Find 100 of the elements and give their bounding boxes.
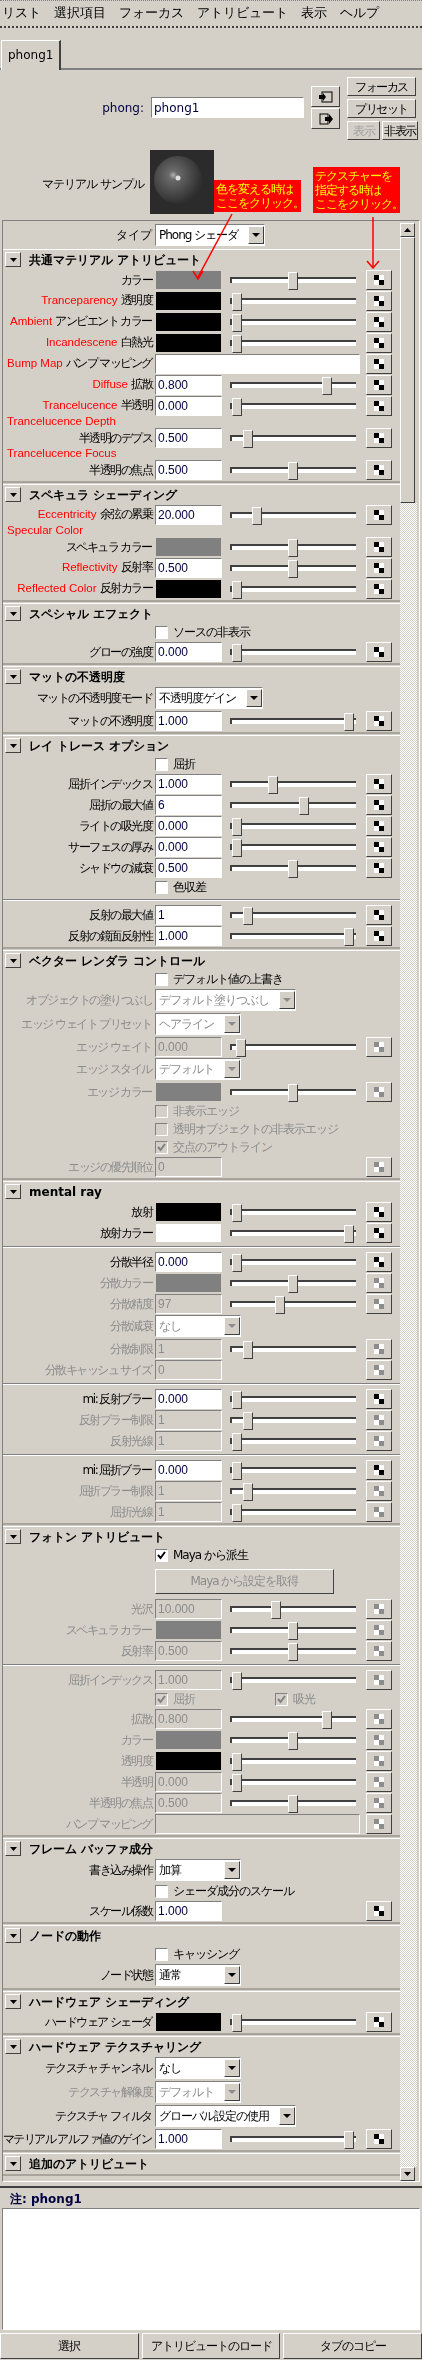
input-field[interactable]: 0.500 <box>155 857 222 878</box>
color-swatch[interactable] <box>155 536 222 557</box>
map-button[interactable] <box>366 374 392 395</box>
color-swatch[interactable] <box>155 332 222 353</box>
input-field[interactable]: 1.000 <box>155 1900 222 1921</box>
map-button[interactable] <box>366 1036 392 1057</box>
input-field[interactable]: 0.000 <box>155 1459 222 1480</box>
scroll-up-button[interactable] <box>400 223 415 237</box>
checkbox[interactable] <box>155 1548 168 1562</box>
collapse-toggle[interactable] <box>5 738 21 753</box>
dropdown[interactable]: なし <box>155 2057 241 2079</box>
map-button[interactable] <box>366 1640 392 1661</box>
map-button[interactable] <box>366 1729 392 1750</box>
notes-field[interactable] <box>2 2208 420 2330</box>
checkbox[interactable] <box>155 625 168 639</box>
scrollbar-thumb[interactable] <box>400 237 415 503</box>
map-button[interactable] <box>366 1501 392 1522</box>
slider-thumb[interactable] <box>288 559 298 578</box>
collapse-toggle[interactable] <box>5 1841 21 1856</box>
map-button[interactable] <box>366 2128 392 2149</box>
color-swatch[interactable] <box>155 269 222 290</box>
menu-item[interactable]: リスト <box>2 4 41 23</box>
color-swatch[interactable] <box>155 1222 222 1243</box>
map-button[interactable] <box>366 925 392 946</box>
dropdown[interactable]: グローバル設定の使用 <box>155 2105 296 2127</box>
slider-thumb[interactable] <box>232 1253 242 1272</box>
input-field[interactable] <box>155 353 360 374</box>
checkbox[interactable] <box>155 972 168 986</box>
output-connection-button[interactable] <box>311 108 340 129</box>
map-button[interactable] <box>366 2011 392 2032</box>
input-connection-button[interactable] <box>311 86 340 107</box>
input-field[interactable]: 0.000 <box>155 815 222 836</box>
slider-thumb[interactable] <box>232 817 242 836</box>
map-button[interactable] <box>366 1459 392 1480</box>
map-button[interactable] <box>366 1750 392 1771</box>
map-button[interactable] <box>366 1338 392 1359</box>
color-swatch[interactable] <box>155 290 222 311</box>
map-button[interactable] <box>366 1598 392 1619</box>
slider-thumb[interactable] <box>232 1203 242 1222</box>
slider-thumb[interactable] <box>267 775 278 794</box>
menu-item[interactable]: フォーカス <box>119 4 184 23</box>
map-button[interactable] <box>366 578 392 599</box>
map-button[interactable] <box>366 459 392 480</box>
map-button[interactable] <box>366 857 392 878</box>
slider-thumb[interactable] <box>243 906 254 925</box>
map-button[interactable] <box>366 1771 392 1792</box>
dropdown[interactable]: Phong シェーダ <box>155 224 266 246</box>
map-button[interactable] <box>366 1388 392 1409</box>
collapse-toggle[interactable] <box>5 252 21 267</box>
slider-thumb[interactable] <box>321 376 332 395</box>
color-swatch[interactable] <box>155 578 222 599</box>
slider-thumb[interactable] <box>232 334 242 353</box>
slider-thumb[interactable] <box>299 796 310 815</box>
slider-thumb[interactable] <box>288 538 298 557</box>
slider-thumb[interactable] <box>288 271 298 290</box>
map-button[interactable] <box>366 641 392 662</box>
map-button[interactable] <box>366 1669 392 1690</box>
slider-thumb[interactable] <box>344 712 354 731</box>
input-field[interactable]: 20.000 <box>155 504 222 525</box>
tab[interactable]: phong1 <box>1 40 62 70</box>
map-button[interactable] <box>366 1900 392 1921</box>
button[interactable]: 選択 <box>0 2333 139 2359</box>
slider-thumb[interactable] <box>232 313 242 332</box>
collapse-toggle[interactable] <box>5 2156 21 2171</box>
map-button[interactable] <box>366 1293 392 1314</box>
collapse-toggle[interactable] <box>5 2039 21 2054</box>
map-button[interactable] <box>366 353 392 374</box>
slider-thumb[interactable] <box>232 1390 242 1409</box>
collapse-toggle[interactable] <box>5 953 21 968</box>
input-field[interactable]: 0.000 <box>155 641 222 662</box>
map-button[interactable] <box>366 1708 392 1729</box>
map-button[interactable] <box>366 1359 392 1380</box>
input-field[interactable]: 1.000 <box>155 2128 222 2149</box>
input-field[interactable]: 0.000 <box>155 836 222 857</box>
map-button[interactable] <box>366 815 392 836</box>
name-field[interactable]: phong1 <box>151 97 304 118</box>
dropdown[interactable]: 通常 <box>155 1964 241 1986</box>
map-button[interactable] <box>366 1813 392 1834</box>
slider-thumb[interactable] <box>344 2130 354 2149</box>
slider-thumb[interactable] <box>232 1461 242 1480</box>
map-button[interactable] <box>366 710 392 731</box>
checkbox[interactable] <box>155 880 168 894</box>
map-button[interactable] <box>366 536 392 557</box>
input-field[interactable]: 0.500 <box>155 557 222 578</box>
input-field[interactable]: 0.000 <box>155 1388 222 1409</box>
map-button[interactable] <box>366 290 392 311</box>
input-field[interactable]: 1.000 <box>155 710 222 731</box>
color-swatch[interactable] <box>155 311 222 332</box>
slider-thumb[interactable] <box>232 838 242 857</box>
input-field[interactable]: 0.000 <box>155 1251 222 1272</box>
button[interactable]: タブのコピー <box>283 2333 422 2359</box>
map-button[interactable] <box>366 1272 392 1293</box>
slider-thumb[interactable] <box>232 397 242 416</box>
dropdown[interactable]: 加算 <box>155 1859 241 1881</box>
input-field[interactable]: 0.500 <box>155 459 222 480</box>
color-swatch[interactable] <box>155 2011 222 2032</box>
input-field[interactable]: 0.800 <box>155 374 222 395</box>
menu-item[interactable]: 表示 <box>301 4 327 23</box>
input-field[interactable]: 0.000 <box>155 395 222 416</box>
input-field[interactable]: 1 <box>155 904 222 925</box>
